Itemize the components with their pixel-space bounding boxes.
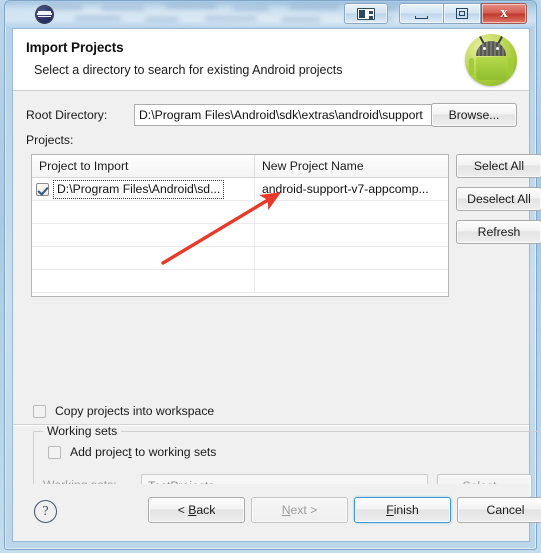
help-icon[interactable]: ? <box>34 500 57 523</box>
cell-project-to-import[interactable]: D:\Program Files\Android\sd... <box>32 178 255 200</box>
row-checkbox[interactable] <box>36 182 49 196</box>
cell-new-project-name <box>255 224 448 246</box>
copy-projects-label: Copy projects into workspace <box>55 404 215 418</box>
cell-new-project-name <box>255 201 448 223</box>
copy-projects-checkbox[interactable] <box>33 404 46 418</box>
refresh-button[interactable]: Refresh <box>456 220 541 244</box>
deselect-all-button[interactable]: Deselect All <box>456 187 541 211</box>
column-header-new-project-name[interactable]: New Project Name <box>255 155 448 177</box>
browse-button[interactable]: Browse... <box>431 103 517 127</box>
root-directory-row: Root Directory: D:\Program Files\Android… <box>26 103 517 127</box>
table-row[interactable]: D:\Program Files\Android\sd... android-s… <box>32 178 448 201</box>
cell-new-project-name <box>255 247 448 269</box>
maximize-icon[interactable] <box>443 3 481 24</box>
cancel-button-label: Cancel <box>486 503 525 517</box>
dialog-client-area: Import Projects Select a directory to se… <box>12 28 541 542</box>
working-sets-group-title: Working sets <box>43 424 122 438</box>
back-button-label: < Back <box>177 503 216 517</box>
close-icon[interactable]: x <box>481 3 527 24</box>
wizard-banner: Import Projects Select a directory to se… <box>13 29 529 91</box>
add-project-checkbox[interactable] <box>48 445 61 459</box>
minimize-icon[interactable] <box>399 3 443 24</box>
cell-project-to-import <box>32 270 255 292</box>
table-row[interactable] <box>32 201 448 224</box>
add-project-label: Add project to working sets <box>70 445 217 459</box>
android-robot-logo <box>465 34 517 86</box>
eclipse-icon[interactable] <box>36 6 53 23</box>
projects-label: Projects: <box>26 133 74 147</box>
finish-button[interactable]: Finish <box>354 497 451 523</box>
window-controls: x <box>344 3 527 25</box>
copy-projects-row[interactable]: Copy projects into workspace <box>33 404 214 418</box>
import-projects-dialog-window: x Import Projects Select a directory to … <box>0 0 541 553</box>
cell-project-to-import <box>32 224 255 246</box>
cell-project-to-import <box>32 201 255 223</box>
table-row[interactable] <box>32 270 448 293</box>
page-title: Import Projects <box>26 40 124 55</box>
close-glyph: x <box>500 5 508 21</box>
root-directory-label: Root Directory: <box>26 108 108 122</box>
cell-new-project-name <box>255 270 448 292</box>
footer-separator <box>13 424 529 426</box>
title-bar[interactable]: x <box>5 1 536 27</box>
cancel-button[interactable]: Cancel <box>457 497 541 523</box>
projects-table[interactable]: Project to Import New Project Name D:\Pr… <box>31 154 449 297</box>
column-header-project-to-import[interactable]: Project to Import <box>32 155 255 177</box>
cell-new-project-name[interactable]: android-support-v7-appcomp... <box>255 178 448 200</box>
select-all-button[interactable]: Select All <box>456 154 541 178</box>
next-button-label: Next > <box>281 503 318 517</box>
cell-new-project-name-text: android-support-v7-appcomp... <box>262 182 429 196</box>
table-row[interactable] <box>32 224 448 247</box>
dialog-footer: ? < Back Next > Finish Cancel <box>13 484 541 541</box>
finish-button-label: Finish <box>386 503 419 517</box>
root-directory-input[interactable]: D:\Program Files\Android\sdk\extras\andr… <box>134 104 456 126</box>
cell-project-path: D:\Program Files\Android\sd... <box>53 179 225 199</box>
add-project-to-working-sets-row[interactable]: Add project to working sets <box>48 445 216 459</box>
table-side-buttons: Select All Deselect All Refresh <box>456 154 541 253</box>
back-button[interactable]: < Back <box>148 497 245 523</box>
page-subtitle: Select a directory to search for existin… <box>34 63 343 77</box>
pin-window-icon[interactable] <box>344 3 388 24</box>
dialog-body: Root Directory: D:\Program Files\Android… <box>13 92 541 509</box>
table-header-row: Project to Import New Project Name <box>32 155 448 178</box>
cell-project-to-import <box>32 247 255 269</box>
table-row[interactable] <box>32 247 448 270</box>
next-button[interactable]: Next > <box>251 497 348 523</box>
